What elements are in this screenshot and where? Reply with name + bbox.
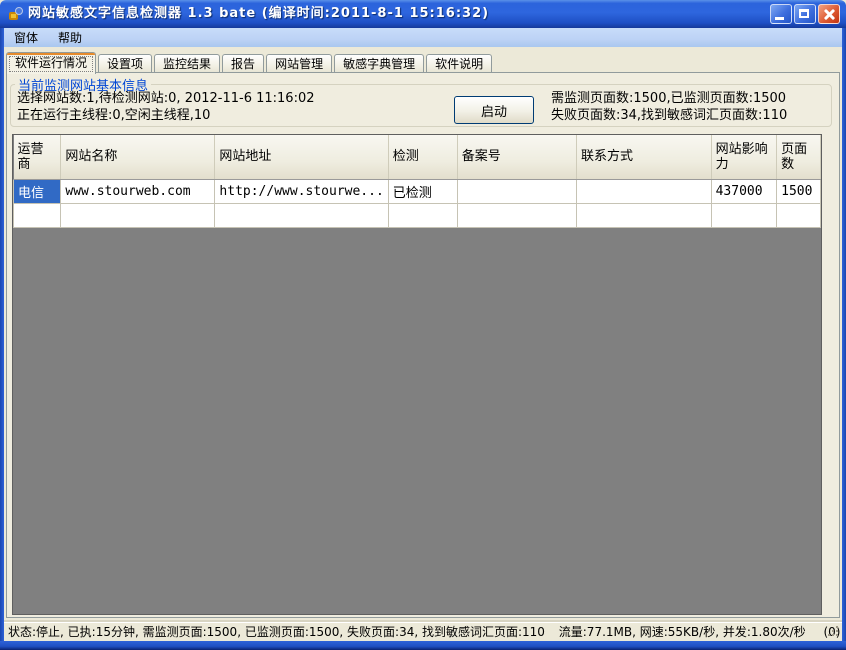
cell-record-number[interactable] xyxy=(457,203,576,227)
titlebar[interactable]: 网站敏感文字信息检测器 1.3 bate (编译时间:2011-8-1 15:1… xyxy=(0,0,846,28)
tabpage-software-running-status: 当前监测网站基本信息 选择网站数:1,待检测网站:0, 2012-11-6 11… xyxy=(6,72,840,618)
window-border-bottom xyxy=(0,641,846,650)
col-header-site-name[interactable]: 网站名称 xyxy=(61,135,215,179)
stats-line2: 失败页面数:34,找到敏感词汇页面数:110 xyxy=(551,107,787,124)
cell-site-address[interactable] xyxy=(215,203,388,227)
cell-site-address[interactable]: http://www.stourwe... xyxy=(215,179,388,203)
col-header-site-influence[interactable]: 网站影响力 xyxy=(711,135,777,179)
site-info-line2: 正在运行主线程:0,空闲主线程,10 xyxy=(17,107,315,124)
tab-monitor-results[interactable]: 监控结果 xyxy=(154,54,220,73)
table-row: 电信 www.stourweb.com http://www.stourwe..… xyxy=(14,179,821,203)
site-info-lines: 选择网站数:1,待检测网站:0, 2012-11-6 11:16:02 正在运行… xyxy=(17,90,315,124)
cell-carrier[interactable] xyxy=(14,203,61,227)
site-info-line1: 选择网站数:1,待检测网站:0, 2012-11-6 11:16:02 xyxy=(17,90,315,107)
col-header-record-number[interactable]: 备案号 xyxy=(457,135,576,179)
window-border-left xyxy=(0,28,4,650)
cell-site-name[interactable] xyxy=(61,203,215,227)
cell-contact[interactable] xyxy=(577,179,712,203)
status-text: 状态:停止, 已执:15分钟, 需监测页面:1500, 已监测页面:1500, … xyxy=(8,625,545,639)
tabstrip: 软件运行情况 设置项 监控结果 报告 网站管理 敏感字典管理 软件说明 xyxy=(6,51,492,73)
menubar: 窗体 帮助 xyxy=(4,28,842,47)
tab-report[interactable]: 报告 xyxy=(222,54,264,73)
statusbar: 状态:停止, 已执:15分钟, 需监测页面:1500, 已监测页面:1500, … xyxy=(4,622,842,641)
resize-grip-icon[interactable] xyxy=(828,626,840,638)
maximize-icon[interactable] xyxy=(794,4,816,24)
tab-sensitive-dict-management[interactable]: 敏感字典管理 xyxy=(334,54,424,73)
col-header-site-address[interactable]: 网站地址 xyxy=(215,135,388,179)
col-header-page-count[interactable]: 页面数 xyxy=(777,135,821,179)
cell-site-influence[interactable] xyxy=(711,203,777,227)
window-border-right xyxy=(842,28,846,650)
sites-table: 运营商 网站名称 网站地址 检测 备案号 联系方式 网站影响力 页面数 电信 w… xyxy=(13,135,821,228)
cell-carrier[interactable]: 电信 xyxy=(14,179,61,203)
app-icon xyxy=(7,6,23,22)
sites-grid: 运营商 网站名称 网站地址 检测 备案号 联系方式 网站影响力 页面数 电信 w… xyxy=(12,134,822,615)
current-site-info-groupbox: 当前监测网站基本信息 选择网站数:1,待检测网站:0, 2012-11-6 11… xyxy=(10,75,832,127)
stats-line1: 需监测页面数:1500,已监测页面数:1500 xyxy=(551,90,787,107)
header-row: 运营商 网站名称 网站地址 检测 备案号 联系方式 网站影响力 页面数 xyxy=(14,135,821,179)
tab-software-help[interactable]: 软件说明 xyxy=(426,54,492,73)
cell-page-count[interactable]: 1500 xyxy=(777,179,821,203)
col-header-carrier[interactable]: 运营商 xyxy=(14,135,61,179)
window-title: 网站敏感文字信息检测器 1.3 bate (编译时间:2011-8-1 15:1… xyxy=(28,0,489,28)
menu-item-window[interactable]: 窗体 xyxy=(4,28,48,47)
tab-software-running-status[interactable]: 软件运行情况 xyxy=(6,52,96,74)
menu-item-help[interactable]: 帮助 xyxy=(48,28,92,47)
cell-page-count[interactable] xyxy=(777,203,821,227)
table-row xyxy=(14,203,821,227)
col-header-contact[interactable]: 联系方式 xyxy=(577,135,712,179)
cell-site-name[interactable]: www.stourweb.com xyxy=(61,179,215,203)
app-window: 网站敏感文字信息检测器 1.3 bate (编译时间:2011-8-1 15:1… xyxy=(0,0,846,650)
cell-detect[interactable]: 已检测 xyxy=(388,179,457,203)
traffic-text: 流量:77.1MB, 网速:55KB/秒, 并发:1.80次/秒 xyxy=(559,625,806,639)
cell-record-number[interactable] xyxy=(457,179,576,203)
window-controls xyxy=(770,4,840,24)
tab-site-management[interactable]: 网站管理 xyxy=(266,54,332,73)
cell-detect[interactable] xyxy=(388,203,457,227)
start-button[interactable]: 启动 xyxy=(454,96,534,124)
minimize-icon[interactable] xyxy=(770,4,792,24)
cell-contact[interactable] xyxy=(577,203,712,227)
tab-settings[interactable]: 设置项 xyxy=(98,54,152,73)
close-icon[interactable] xyxy=(818,4,840,24)
col-header-detect[interactable]: 检测 xyxy=(388,135,457,179)
monitor-stats-lines: 需监测页面数:1500,已监测页面数:1500 失败页面数:34,找到敏感词汇页… xyxy=(551,90,787,124)
cell-site-influence[interactable]: 437000 xyxy=(711,179,777,203)
